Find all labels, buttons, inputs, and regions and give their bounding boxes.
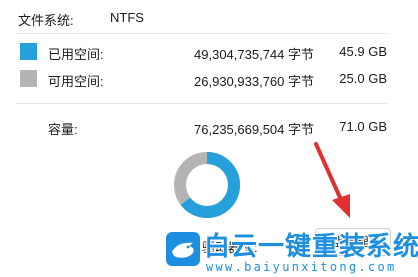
filesystem-label: 文件系统:: [18, 13, 74, 28]
capacity-bytes: 76,235,669,504 字节: [194, 122, 314, 137]
watermark-title: 白云一键重装系统: [204, 231, 418, 261]
divider: [16, 103, 388, 104]
used-space-label: 已用空间:: [48, 47, 104, 62]
bird-logo-icon: [166, 232, 200, 266]
free-space-swatch: [20, 70, 37, 87]
used-space-size: 45.9 GB: [339, 44, 387, 59]
free-space-label: 可用空间:: [48, 74, 104, 89]
watermark-url: www.baiyunxitong.com: [206, 260, 397, 274]
free-space-size: 25.0 GB: [339, 71, 387, 86]
capacity-label: 容量:: [48, 122, 78, 137]
capacity-size: 71.0 GB: [339, 119, 387, 134]
red-arrow-icon: [314, 142, 350, 218]
divider: [16, 33, 388, 34]
free-space-bytes: 26,930,933,760 字节: [194, 74, 314, 89]
used-space-swatch: [20, 43, 37, 60]
filesystem-value: NTFS: [110, 10, 144, 25]
used-space-bytes: 49,304,735,744 字节: [194, 47, 314, 62]
usage-donut-chart: [174, 152, 240, 218]
